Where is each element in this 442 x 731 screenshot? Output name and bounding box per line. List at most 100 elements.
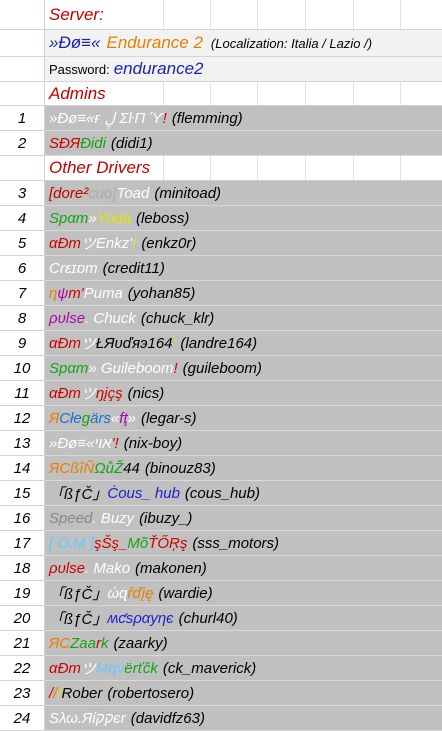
row-number[interactable]: 20 — [0, 606, 45, 631]
driver-row: 17[ O.M ] şŠş_ Mõ ŤŐŖş (sss_motors) — [0, 531, 442, 556]
driver-name-part: ŤŐŖş — [148, 534, 188, 552]
row-number[interactable]: 24 — [0, 706, 45, 731]
driver-name-part: Puma — [83, 284, 123, 302]
driver-handle: (cous_hub) — [184, 484, 260, 502]
driver-name-part: ous_ hub — [118, 484, 180, 502]
server-label-row: Server: — [0, 0, 442, 30]
admins-label-row: Admins — [0, 82, 442, 106]
driver-name-part: m — [75, 209, 89, 227]
driver-name-part: » Guileboom — [88, 359, 174, 377]
driver-name-part: Я — [49, 634, 60, 652]
driver-cell[interactable]: Я C Z a a r k (zaarky) — [45, 631, 442, 656]
driver-name-part: ρ — [49, 309, 58, 327]
driver-row: 10 Sp α m » Guileboom ! (guileboom) — [0, 356, 442, 381]
row-number[interactable]: 12 — [0, 406, 45, 431]
driver-name-part: ツ — [80, 660, 96, 678]
row-number[interactable]: 19 — [0, 581, 45, 606]
driver-handle: (ibuzy_) — [139, 509, 193, 527]
other-drivers-label-cell[interactable]: Other Drivers — [45, 156, 442, 181]
driver-cell[interactable]: Я CßîÑ ΩůŽ 44 (binouz83) — [45, 456, 442, 481]
row-number[interactable]: 7 — [0, 281, 45, 306]
row-number[interactable]: 6 — [0, 256, 45, 281]
driver-name-part: g — [81, 409, 91, 427]
row-number[interactable]: 8 — [0, 306, 45, 331]
row-number[interactable]: 11 — [0, 381, 45, 406]
row-number[interactable]: 22 — [0, 656, 45, 681]
row-number[interactable]: 21 — [0, 631, 45, 656]
other-drivers-label-row: Other Drivers — [0, 156, 442, 181]
driver-cell[interactable]: Sλω. Яίקקєr (davidfz63) — [45, 706, 442, 731]
driver-name-part: 44 — [123, 459, 140, 477]
row-number[interactable] — [0, 57, 45, 82]
driver-cell[interactable]: α Ð m ツ ŋ į ç ş (nics) — [45, 381, 442, 406]
driver-cell[interactable]: / / / Rober (robertosero) — [45, 681, 442, 706]
driver-cell[interactable]: 「ßƒČ」 Ċous_ hub (cous_hub) — [45, 481, 442, 506]
driver-row: 15 「ßƒČ」 Ċous_ hub (cous_hub) — [0, 481, 442, 506]
row-number[interactable] — [0, 82, 45, 106]
driver-cell[interactable]: Cɾɛɪɒm (credit11) — [45, 256, 442, 281]
admins-label-cell[interactable]: Admins — [45, 82, 442, 106]
driver-handle: (leboss) — [135, 209, 190, 227]
row-number[interactable] — [0, 30, 45, 57]
row-number[interactable] — [0, 0, 45, 30]
driver-name-part: [ O.M ] — [49, 534, 94, 552]
driver-cell[interactable]: [ O.M ] şŠş_ Mõ ŤŐŖş (sss_motors) — [45, 531, 442, 556]
driver-name-part: q — [108, 659, 117, 677]
driver-name-part: m' — [68, 284, 84, 302]
driver-row: 23 / / / Rober (robertosero) — [0, 681, 442, 706]
driver-name-part: ツ — [80, 385, 96, 403]
driver-name-part: C — [59, 634, 71, 652]
row-number[interactable]: 18 — [0, 556, 45, 581]
server-label-cell[interactable]: Server: — [45, 0, 442, 30]
row-number[interactable]: 23 — [0, 681, 45, 706]
driver-cell[interactable]: α Ð m ツ ŁЯυďяэ164 ' (landre164) — [45, 331, 442, 356]
row-number[interactable]: 9 — [0, 331, 45, 356]
driver-cell[interactable]: ρυlse. Chuck (chuck_klr) — [45, 306, 442, 331]
row-number[interactable]: 15 — [0, 481, 45, 506]
row-number[interactable]: 14 — [0, 456, 45, 481]
driver-name-part: Ð — [57, 384, 69, 402]
driver-row: 16 Speed. Buzy (ibuzy_) — [0, 506, 442, 531]
row-number[interactable] — [0, 156, 45, 181]
driver-name-part: α — [67, 209, 76, 227]
driver-name-part: ! — [162, 109, 167, 127]
driver-cell[interactable]: 「ßƒČ」 ʍƈ ѕραуηє (churl40) — [45, 606, 442, 631]
driver-cell[interactable]: Spαm » Guileboom ! (guileboom) — [45, 356, 442, 381]
driver-row: 24 Sλω. Яίקקєr (davidfz63) — [0, 706, 442, 731]
driver-row: 9 α Ð m ツ ŁЯυďяэ164 ' (landre164) — [0, 331, 442, 356]
driver-name-part: אוי — [94, 434, 112, 452]
driver-name-part: ν — [116, 659, 125, 677]
row-number[interactable]: 3 — [0, 181, 45, 206]
row-number[interactable]: 17 — [0, 531, 45, 556]
driver-cell[interactable]: 「ßƒČ」 ώ ɋ ŕďįę (wardie) — [45, 581, 442, 606]
driver-cell[interactable]: »Ðø≡« ғ ڸ ΣŀП ϓ ! (flemming) — [45, 106, 442, 131]
password-cell[interactable]: Password: endurance2 — [45, 57, 442, 82]
row-number[interactable]: 2 — [0, 131, 45, 156]
row-number[interactable]: 13 — [0, 431, 45, 456]
driver-name-part: ë — [124, 659, 133, 677]
driver-cell[interactable]: Spαm » Yoda (leboss) — [45, 206, 442, 231]
server-name-cell[interactable]: »Ðø≡« Endurance 2 (Localization: Italia … — [45, 30, 442, 57]
driver-name-part: şŠş_ — [94, 534, 128, 552]
driver-name-part: m — [68, 384, 81, 402]
driver-cell[interactable]: ρυlse. Mako (makonen) — [45, 556, 442, 581]
driver-cell[interactable]: η ψ m' Puma (yohan85) — [45, 281, 442, 306]
row-number[interactable]: 4 — [0, 206, 45, 231]
driver-cell[interactable]: Speed. Buzy (ibuzy_) — [45, 506, 442, 531]
row-number[interactable]: 10 — [0, 356, 45, 381]
driver-name-part: k — [150, 659, 158, 677]
driver-row: 5α Ð m ツ Enkz' ! (enkz0r) — [0, 231, 442, 256]
driver-cell[interactable]: Я C łe g ärs « f ţ » (legar-s) — [45, 406, 442, 431]
row-number[interactable]: 1 — [0, 106, 45, 131]
driver-cell[interactable]: [dore² cuo] Toad (minitoad) — [45, 181, 442, 206]
driver-name-part: k — [100, 634, 109, 652]
driver-name-part: Z — [70, 634, 80, 652]
driver-cell[interactable]: SÐЯ Ðidi (didi1) — [45, 131, 442, 156]
driver-cell[interactable]: α Ð m ツ Enkz' ! (enkz0r) — [45, 231, 442, 256]
driver-cell[interactable]: »Ðø≡« אוי ' ! (nix-boy) — [45, 431, 442, 456]
driver-name-part: ç — [107, 384, 116, 402]
row-number[interactable]: 16 — [0, 506, 45, 531]
driver-handle: (enkz0r) — [141, 234, 197, 252]
driver-cell[interactable]: α Ð m ツ Mq ν ë r ť č k (ck_maverick) — [45, 656, 442, 681]
row-number[interactable]: 5 — [0, 231, 45, 256]
